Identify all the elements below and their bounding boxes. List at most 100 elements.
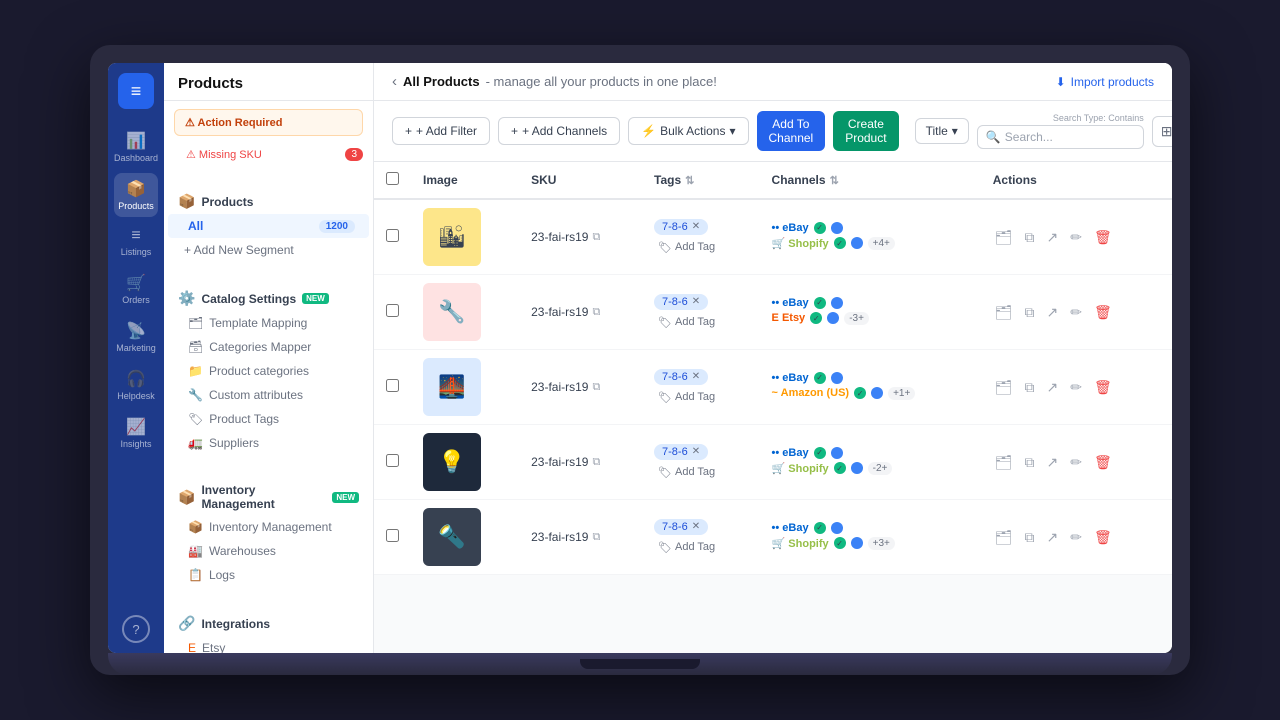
- sidebar-item-template-mapping[interactable]: 🗂Template Mapping: [168, 311, 369, 335]
- sidebar-item-inventory-management[interactable]: 📦Inventory Management: [168, 515, 369, 539]
- more-channels-badge[interactable]: -2+: [868, 462, 893, 475]
- delete-action-icon[interactable]: 🗑: [1092, 452, 1114, 473]
- back-button[interactable]: ‹: [392, 73, 397, 90]
- sku-value: 23-fai-rs19: [531, 230, 588, 244]
- sidebar-item-orders[interactable]: 🛒 Orders: [114, 267, 158, 311]
- copy-icon[interactable]: ⧉: [592, 456, 600, 469]
- search-container: Search Type: Contains 🔍: [977, 113, 1144, 149]
- col-tags: Tags ⇅: [642, 162, 760, 199]
- sidebar-item-suppliers[interactable]: 🚛Suppliers: [168, 431, 369, 455]
- row-checkbox[interactable]: [386, 454, 399, 467]
- marketing-label: Marketing: [116, 343, 156, 353]
- tag-remove-icon[interactable]: ✕: [692, 371, 700, 382]
- row-checkbox[interactable]: [386, 304, 399, 317]
- tag-remove-icon[interactable]: ✕: [692, 221, 700, 232]
- grid-view-button[interactable]: ⊞: [1152, 116, 1172, 147]
- row-checkbox[interactable]: [386, 529, 399, 542]
- view-action-icon[interactable]: 🗂: [993, 452, 1015, 473]
- tag-remove-icon[interactable]: ✕: [692, 521, 700, 532]
- copy-icon[interactable]: ⧉: [592, 306, 600, 319]
- edit-action-icon[interactable]: ✏: [1068, 227, 1084, 248]
- add-to-channel-label: Add To Channel: [769, 117, 814, 145]
- sidebar-item-helpdesk[interactable]: 🎧 Helpdesk: [114, 363, 158, 407]
- sidebar-item-insights[interactable]: 📈 Insights: [114, 411, 158, 455]
- search-input[interactable]: [1005, 130, 1135, 144]
- view-action-icon[interactable]: 🗂: [993, 527, 1015, 548]
- segment-all[interactable]: All 1200: [168, 214, 369, 238]
- select-all-checkbox[interactable]: [386, 172, 399, 185]
- bulk-actions-button[interactable]: ⚡ Bulk Actions ▾: [628, 117, 748, 145]
- add-channels-button[interactable]: + + Add Channels: [498, 117, 620, 145]
- action-required-banner[interactable]: ⚠ Action Required: [174, 109, 363, 136]
- tag-remove-icon[interactable]: ✕: [692, 296, 700, 307]
- help-button[interactable]: ?: [122, 615, 150, 643]
- insights-icon: 📈: [126, 417, 146, 437]
- duplicate-action-icon[interactable]: ⧉: [1023, 377, 1037, 398]
- add-filter-button[interactable]: + + Add Filter: [392, 117, 490, 145]
- catalog-label: ⚙️ Catalog Settings NEW: [164, 286, 373, 311]
- edit-action-icon[interactable]: ✏: [1068, 377, 1084, 398]
- delete-action-icon[interactable]: 🗑: [1092, 302, 1114, 323]
- import-products-button[interactable]: ⬇ Import products: [1056, 75, 1154, 89]
- view-action-icon[interactable]: 🗂: [993, 227, 1015, 248]
- more-channels-badge[interactable]: +4+: [868, 237, 895, 250]
- sidebar-item-custom-attributes[interactable]: 🔧Custom attributes: [168, 383, 369, 407]
- edit-action-icon[interactable]: ✏: [1068, 452, 1084, 473]
- sidebar-item-products[interactable]: 📦 Products: [114, 173, 158, 217]
- product-image: 🌉: [423, 358, 481, 416]
- export-action-icon[interactable]: ↗: [1045, 302, 1061, 323]
- add-segment-button[interactable]: + Add New Segment: [164, 238, 373, 262]
- add-tag-button[interactable]: 🏷 Add Tag: [654, 314, 748, 331]
- sidebar-item-logs[interactable]: 📋Logs: [168, 563, 369, 587]
- add-tag-button[interactable]: 🏷 Add Tag: [654, 389, 748, 406]
- view-action-icon[interactable]: 🗂: [993, 377, 1015, 398]
- sidebar-item-categories-mapper[interactable]: 🗃Categories Mapper: [168, 335, 369, 359]
- copy-icon[interactable]: ⧉: [592, 231, 600, 244]
- channel-name-ebay: •• eBay: [772, 447, 809, 459]
- sidebar-item-etsy[interactable]: E Etsy: [168, 636, 369, 653]
- create-product-button[interactable]: Create Product: [833, 111, 898, 151]
- copy-icon[interactable]: ⧉: [592, 531, 600, 544]
- sidebar-item-marketing[interactable]: 📡 Marketing: [114, 315, 158, 359]
- delete-action-icon[interactable]: 🗑: [1092, 527, 1114, 548]
- app-logo[interactable]: ≡: [118, 73, 154, 109]
- edit-action-icon[interactable]: ✏: [1068, 527, 1084, 548]
- status-active-dot: ✓: [810, 312, 822, 324]
- missing-sku-row[interactable]: ⚠ Missing SKU 3: [164, 144, 373, 165]
- sidebar-item-product-categories[interactable]: 📁Product categories: [168, 359, 369, 383]
- more-channels-badge[interactable]: +1+: [888, 387, 915, 400]
- export-action-icon[interactable]: ↗: [1045, 377, 1061, 398]
- more-channels-badge[interactable]: -3+: [844, 312, 869, 325]
- sidebar-item-warehouses[interactable]: 🏭Warehouses: [168, 539, 369, 563]
- delete-action-icon[interactable]: 🗑: [1092, 377, 1114, 398]
- add-tag-button[interactable]: 🏷 Add Tag: [654, 539, 748, 556]
- sidebar-item-listings[interactable]: ≡ Listings: [114, 221, 158, 263]
- title-select[interactable]: Title ▾: [915, 118, 969, 144]
- duplicate-action-icon[interactable]: ⧉: [1023, 302, 1037, 323]
- delete-action-icon[interactable]: 🗑: [1092, 227, 1114, 248]
- export-action-icon[interactable]: ↗: [1045, 452, 1061, 473]
- product-image: 🏙: [423, 208, 481, 266]
- copy-icon[interactable]: ⧉: [592, 381, 600, 394]
- edit-action-icon[interactable]: ✏: [1068, 302, 1084, 323]
- row-checkbox[interactable]: [386, 229, 399, 242]
- duplicate-action-icon[interactable]: ⧉: [1023, 452, 1037, 473]
- duplicate-action-icon[interactable]: ⧉: [1023, 227, 1037, 248]
- duplicate-action-icon[interactable]: ⧉: [1023, 527, 1037, 548]
- sidebar-item-product-tags[interactable]: 🏷Product Tags: [168, 407, 369, 431]
- more-channels-badge[interactable]: +3+: [868, 537, 895, 550]
- add-tag-button[interactable]: 🏷 Add Tag: [654, 464, 748, 481]
- label-icon: 🏷: [658, 391, 672, 404]
- view-action-icon[interactable]: 🗂: [993, 302, 1015, 323]
- grid-icon: ⊞: [1161, 123, 1172, 139]
- export-action-icon[interactable]: ↗: [1045, 527, 1061, 548]
- channel-row: 🛒 Shopify ✓ -2+: [772, 462, 969, 475]
- sidebar-item-dashboard[interactable]: 📊 Dashboard: [114, 125, 158, 169]
- export-action-icon[interactable]: ↗: [1045, 227, 1061, 248]
- add-tag-button[interactable]: 🏷 Add Tag: [654, 239, 748, 256]
- segment-all-count: 1200: [319, 220, 355, 233]
- help-label: ?: [132, 622, 139, 637]
- tag-remove-icon[interactable]: ✕: [692, 446, 700, 457]
- row-checkbox[interactable]: [386, 379, 399, 392]
- add-to-channel-button[interactable]: Add To Channel: [757, 111, 826, 151]
